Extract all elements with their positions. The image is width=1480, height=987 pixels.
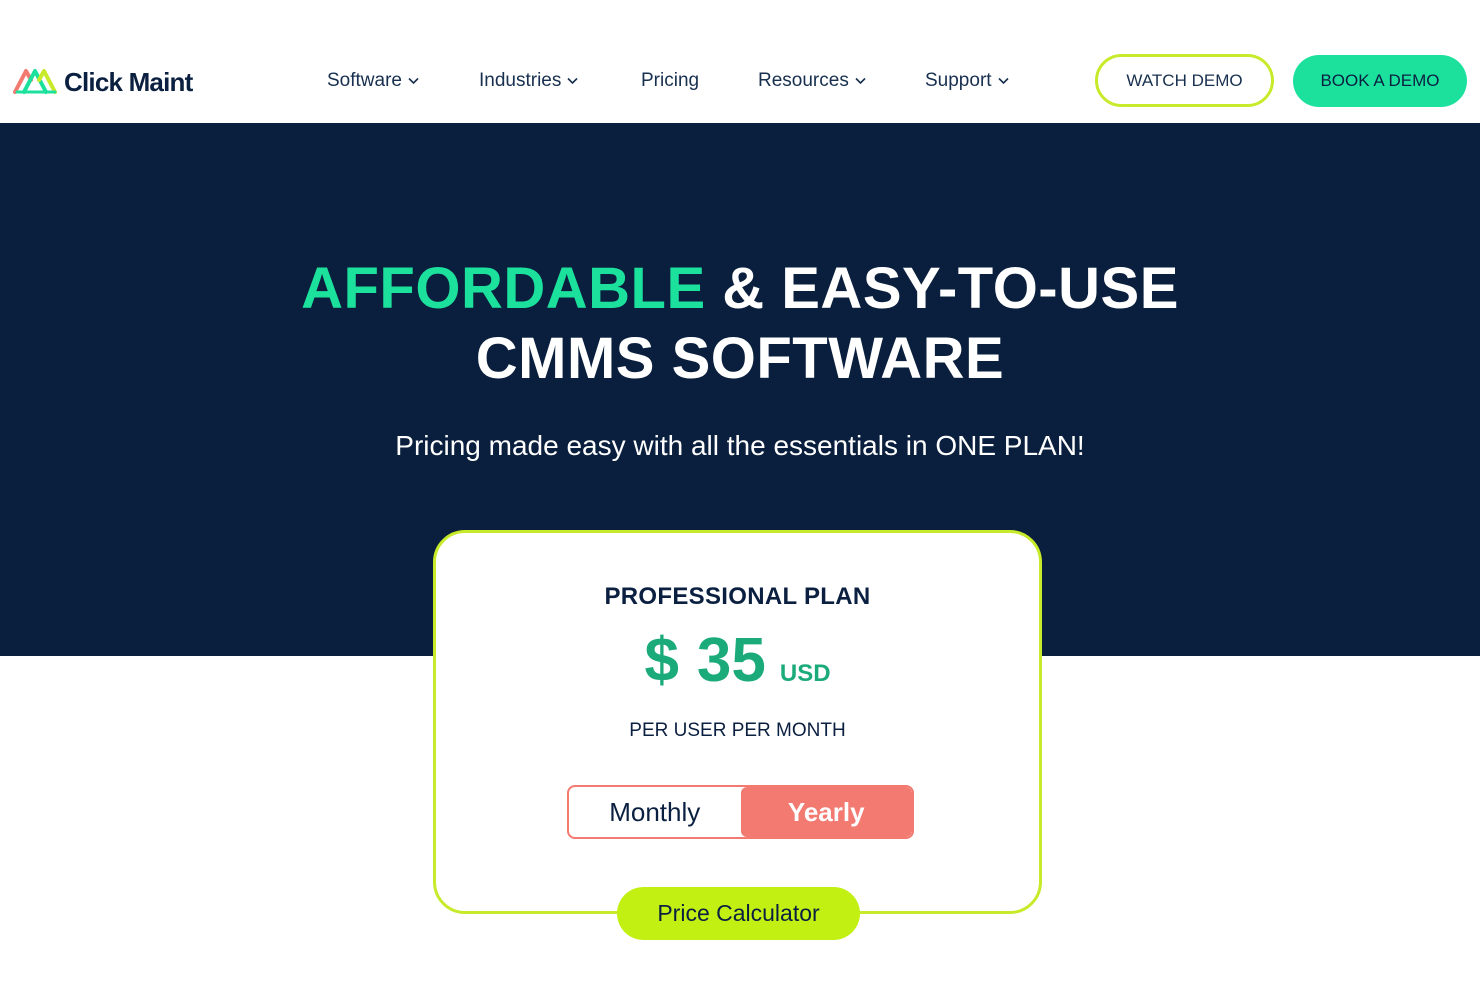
nav-item-software[interactable]: Software bbox=[327, 66, 419, 96]
click-maint-logo-icon bbox=[12, 64, 58, 101]
chevron-down-icon bbox=[997, 77, 1009, 85]
headline-line2: CMMS SOFTWARE bbox=[475, 326, 1005, 391]
nav-item-label: Support bbox=[925, 70, 992, 91]
nav-item-label: Pricing bbox=[641, 70, 700, 91]
book-demo-button[interactable]: BOOK A DEMO bbox=[1293, 55, 1467, 107]
site-header: Click Maint Software Industries Pricing … bbox=[0, 0, 1480, 123]
nav-item-label: Resources bbox=[758, 70, 849, 91]
headline-accent: AFFORDABLE bbox=[301, 256, 706, 321]
nav-item-label: Industries bbox=[479, 70, 562, 91]
pricing-card: PROFESSIONAL PLAN $ 35 USD PER USER PER … bbox=[433, 530, 1042, 914]
nav-item-support[interactable]: Support bbox=[925, 66, 1009, 96]
pricing-page: Click Maint Software Industries Pricing … bbox=[0, 0, 1480, 987]
nav-item-label: Software bbox=[327, 70, 402, 91]
billing-toggle: Monthly Yearly bbox=[567, 785, 914, 839]
currency-code: USD bbox=[779, 660, 831, 687]
nav-item-industries[interactable]: Industries bbox=[479, 66, 578, 96]
brand-name: Click Maint bbox=[64, 66, 193, 97]
plan-name: PROFESSIONAL PLAN bbox=[604, 583, 871, 610]
chevron-down-icon bbox=[408, 77, 419, 85]
billing-period: PER USER PER MONTH bbox=[629, 720, 846, 741]
nav-item-resources[interactable]: Resources bbox=[758, 66, 866, 96]
price-calculator-button[interactable]: Price Calculator bbox=[617, 887, 860, 940]
headline-rest: & EASY-TO-USE bbox=[722, 256, 1179, 321]
chevron-down-icon bbox=[855, 77, 866, 85]
hero-subtitle: Pricing made easy with all the essential… bbox=[395, 430, 1085, 461]
price-display: $ 35 USD bbox=[436, 625, 1039, 696]
chevron-down-icon bbox=[567, 77, 578, 85]
hero-headline: AFFORDABLE & EASY-TO-USE CMMS SOFTWARE bbox=[0, 254, 1480, 394]
nav-item-pricing[interactable]: Pricing bbox=[641, 66, 699, 96]
price-amount: 35 bbox=[696, 626, 766, 695]
logo-link[interactable]: Click Maint bbox=[12, 64, 193, 101]
watch-demo-button[interactable]: WATCH DEMO bbox=[1095, 54, 1274, 107]
currency-symbol: $ bbox=[644, 626, 679, 695]
billing-yearly-option[interactable]: Yearly bbox=[740, 787, 912, 837]
billing-monthly-option[interactable]: Monthly bbox=[569, 787, 741, 837]
